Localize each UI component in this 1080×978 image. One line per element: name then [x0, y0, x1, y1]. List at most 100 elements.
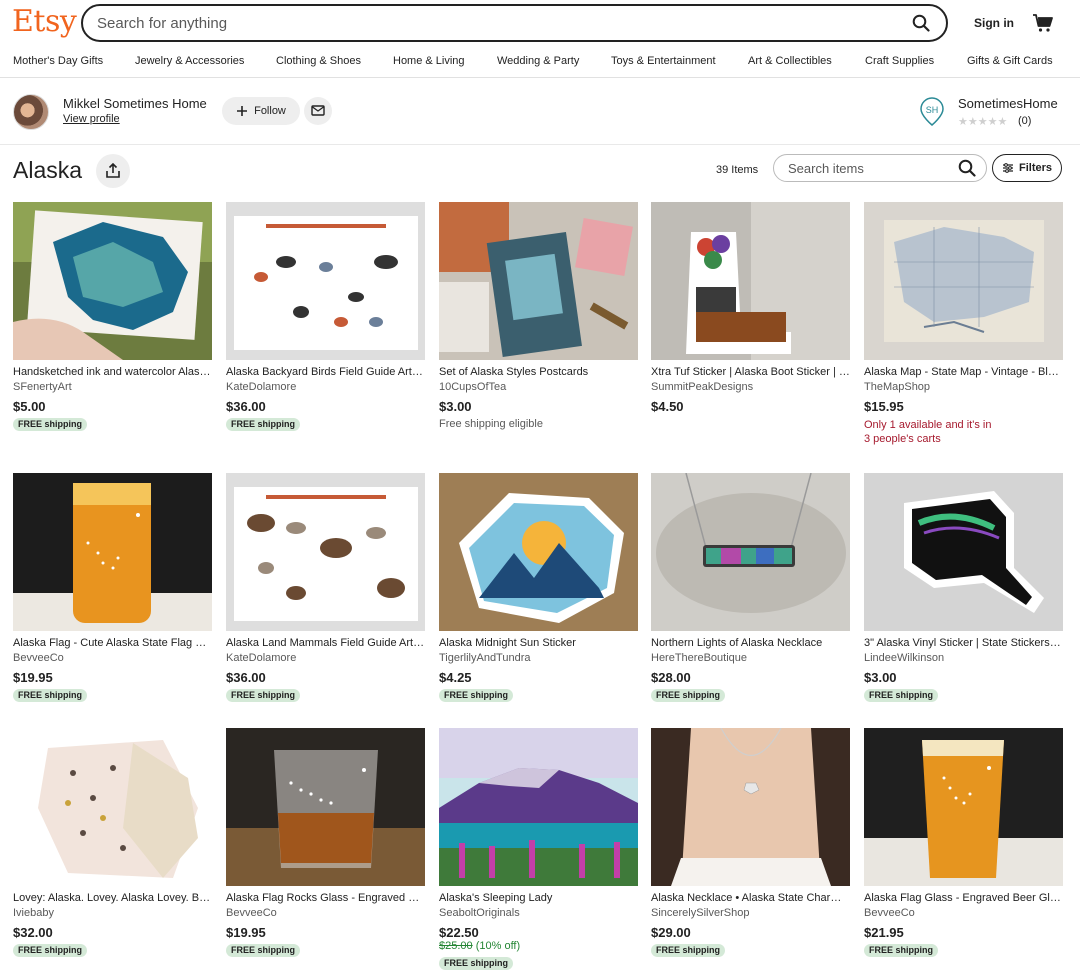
avatar[interactable]	[13, 94, 49, 130]
search-icon[interactable]	[910, 12, 932, 34]
free-shipping-badge: FREE shipping	[651, 689, 725, 702]
listing-price: $36.00	[226, 399, 266, 414]
listing-image-beer-can-glass[interactable]	[13, 473, 212, 631]
listing-title[interactable]: Alaska Land Mammals Field Guide Art Prin…	[226, 637, 425, 650]
shop-logo-icon[interactable]: SH	[918, 97, 946, 127]
search-items-field[interactable]: Search items	[773, 154, 987, 182]
listing-title[interactable]: Alaska Midnight Sun Sticker	[439, 637, 638, 650]
listing-shop[interactable]: SeaboltOriginals	[439, 906, 638, 920]
listing-shop[interactable]: BevveeCo	[226, 906, 425, 920]
listing-image-vintage-map[interactable]	[864, 202, 1063, 360]
listing-card[interactable]: Set of Alaska Styles Postcards 10CupsOfT…	[439, 202, 638, 431]
listing-price: $32.00	[13, 925, 53, 940]
listing-image-boot-sticker[interactable]	[651, 202, 850, 360]
listing-image-mammals-print[interactable]	[226, 473, 425, 631]
listing-shop[interactable]: Iviebaby	[13, 906, 212, 920]
listing-image-rocks-glass[interactable]	[226, 728, 425, 886]
listing-shop[interactable]: TigerlilyAndTundra	[439, 651, 638, 665]
search-items-input[interactable]: Search items	[788, 161, 958, 176]
nav-wedding[interactable]: Wedding & Party	[497, 55, 579, 67]
listing-title[interactable]: Lovey: Alaska. Lovey. Alaska Lovey. Baby…	[13, 892, 212, 905]
nav-craft[interactable]: Craft Supplies	[865, 55, 934, 67]
listing-image-birds-print[interactable]	[226, 202, 425, 360]
listing-shop[interactable]: SFenertyArt	[13, 380, 212, 394]
search-icon[interactable]	[958, 159, 976, 177]
filters-button[interactable]: Filters	[992, 154, 1062, 182]
listing-shop[interactable]: HereThereBoutique	[651, 651, 850, 665]
listing-card[interactable]: Alaska Flag Rocks Glass - Engraved Old F…	[226, 728, 425, 958]
listing-title[interactable]: Northern Lights of Alaska Necklace	[651, 637, 850, 650]
listing-title[interactable]: Alaska Backyard Birds Field Guide Art Pr…	[226, 366, 425, 379]
nav-mothers-day[interactable]: Mother's Day Gifts	[13, 55, 103, 67]
listing-title[interactable]: Set of Alaska Styles Postcards	[439, 366, 638, 379]
listing-image-pint-glass[interactable]	[864, 728, 1063, 886]
listing-image-sleeping-lady-painting[interactable]	[439, 728, 638, 886]
listing-shop[interactable]: KateDolamore	[226, 651, 425, 665]
message-button[interactable]	[304, 97, 332, 125]
listing-title[interactable]: Alaska Flag Rocks Glass - Engraved Old F…	[226, 892, 425, 905]
listing-card[interactable]: Handsketched ink and watercolor Alaska S…	[13, 202, 212, 432]
listing-price: $3.00	[864, 670, 897, 685]
listing-card[interactable]: Alaska Flag Glass - Engraved Beer Glass …	[864, 728, 1063, 958]
shop-name[interactable]: SometimesHome	[958, 96, 1058, 111]
listing-shop[interactable]: LindeeWilkinson	[864, 651, 1063, 665]
etsy-logo[interactable]: Etsy	[12, 4, 77, 39]
free-shipping-badge: FREE shipping	[439, 689, 513, 702]
view-profile-link[interactable]: View profile	[63, 113, 120, 125]
listing-card[interactable]: Alaska Backyard Birds Field Guide Art Pr…	[226, 202, 425, 432]
nav-jewelry[interactable]: Jewelry & Accessories	[135, 55, 244, 67]
free-shipping-badge: FREE shipping	[226, 944, 300, 957]
listing-shop[interactable]: BevveeCo	[864, 906, 1063, 920]
listing-card[interactable]: Alaska Map - State Map - Vintage - Blue …	[864, 202, 1063, 446]
free-shipping-badge: FREE shipping	[226, 689, 300, 702]
nav-gifts[interactable]: Gifts & Gift Cards	[967, 55, 1053, 67]
listing-card[interactable]: Alaska Necklace • Alaska State Charm Nec…	[651, 728, 850, 958]
listing-shop[interactable]: KateDolamore	[226, 380, 425, 394]
listing-shop[interactable]: TheMapShop	[864, 380, 1063, 394]
main-search-bar[interactable]: Search for anything	[81, 4, 948, 42]
listing-card[interactable]: Alaska Flag - Cute Alaska State Flag Bee…	[13, 473, 212, 703]
nav-art[interactable]: Art & Collectibles	[748, 55, 832, 67]
listing-shop[interactable]: SincerelySilverShop	[651, 906, 850, 920]
listing-image-postcards[interactable]	[439, 202, 638, 360]
listing-price: $29.00	[651, 925, 691, 940]
listing-image-watercolor-card[interactable]	[13, 202, 212, 360]
free-shipping-badge: FREE shipping	[864, 689, 938, 702]
sign-in-link[interactable]: Sign in	[974, 16, 1014, 30]
listing-title[interactable]: 3" Alaska Vinyl Sticker | State Stickers…	[864, 637, 1063, 650]
search-input[interactable]: Search for anything	[97, 15, 910, 32]
listing-card[interactable]: Alaska Midnight Sun Sticker TigerlilyAnd…	[439, 473, 638, 703]
listing-card[interactable]: Northern Lights of Alaska Necklace HereT…	[651, 473, 850, 703]
listing-card[interactable]: Lovey: Alaska. Lovey. Alaska Lovey. Baby…	[13, 728, 212, 958]
free-shipping-note: Free shipping eligible	[439, 418, 543, 430]
listing-image-northern-lights-necklace[interactable]	[651, 473, 850, 631]
listing-card[interactable]: Alaska's Sleeping Lady SeaboltOriginals …	[439, 728, 638, 971]
nav-clothing[interactable]: Clothing & Shoes	[276, 55, 361, 67]
listing-title[interactable]: Alaska Map - State Map - Vintage - Blue …	[864, 366, 1063, 379]
listing-card[interactable]: Alaska Land Mammals Field Guide Art Prin…	[226, 473, 425, 703]
listing-image-midnight-sun-sticker[interactable]	[439, 473, 638, 631]
listing-title[interactable]: Alaska's Sleeping Lady	[439, 892, 638, 905]
nav-home-living[interactable]: Home & Living	[393, 55, 465, 67]
free-shipping-badge: FREE shipping	[13, 689, 87, 702]
filters-label: Filters	[1018, 162, 1052, 174]
listing-shop[interactable]: BevveeCo	[13, 651, 212, 665]
listing-image-vinyl-sticker[interactable]	[864, 473, 1063, 631]
nav-toys[interactable]: Toys & Entertainment	[611, 55, 716, 67]
listing-image-charm-necklace[interactable]	[651, 728, 850, 886]
cart-icon[interactable]	[1032, 12, 1054, 34]
listing-title[interactable]: Handsketched ink and watercolor Alaska S…	[13, 366, 212, 379]
listing-price: $28.00	[651, 670, 691, 685]
listing-card[interactable]: 3" Alaska Vinyl Sticker | State Stickers…	[864, 473, 1063, 703]
listing-shop[interactable]: SummitPeakDesigns	[651, 380, 850, 394]
listing-title[interactable]: Alaska Necklace • Alaska State Charm Nec…	[651, 892, 850, 905]
listing-image-lovey-blanket[interactable]	[13, 728, 212, 886]
listing-price: $3.00	[439, 399, 472, 414]
listing-title[interactable]: Xtra Tuf Sticker | Alaska Boot Sticker |…	[651, 366, 850, 379]
share-button[interactable]	[96, 154, 130, 188]
follow-button[interactable]: Follow	[222, 97, 300, 125]
listing-card[interactable]: Xtra Tuf Sticker | Alaska Boot Sticker |…	[651, 202, 850, 414]
listing-title[interactable]: Alaska Flag - Cute Alaska State Flag Bee…	[13, 637, 212, 650]
listing-title[interactable]: Alaska Flag Glass - Engraved Beer Glass …	[864, 892, 1063, 905]
listing-shop[interactable]: 10CupsOfTea	[439, 380, 638, 394]
